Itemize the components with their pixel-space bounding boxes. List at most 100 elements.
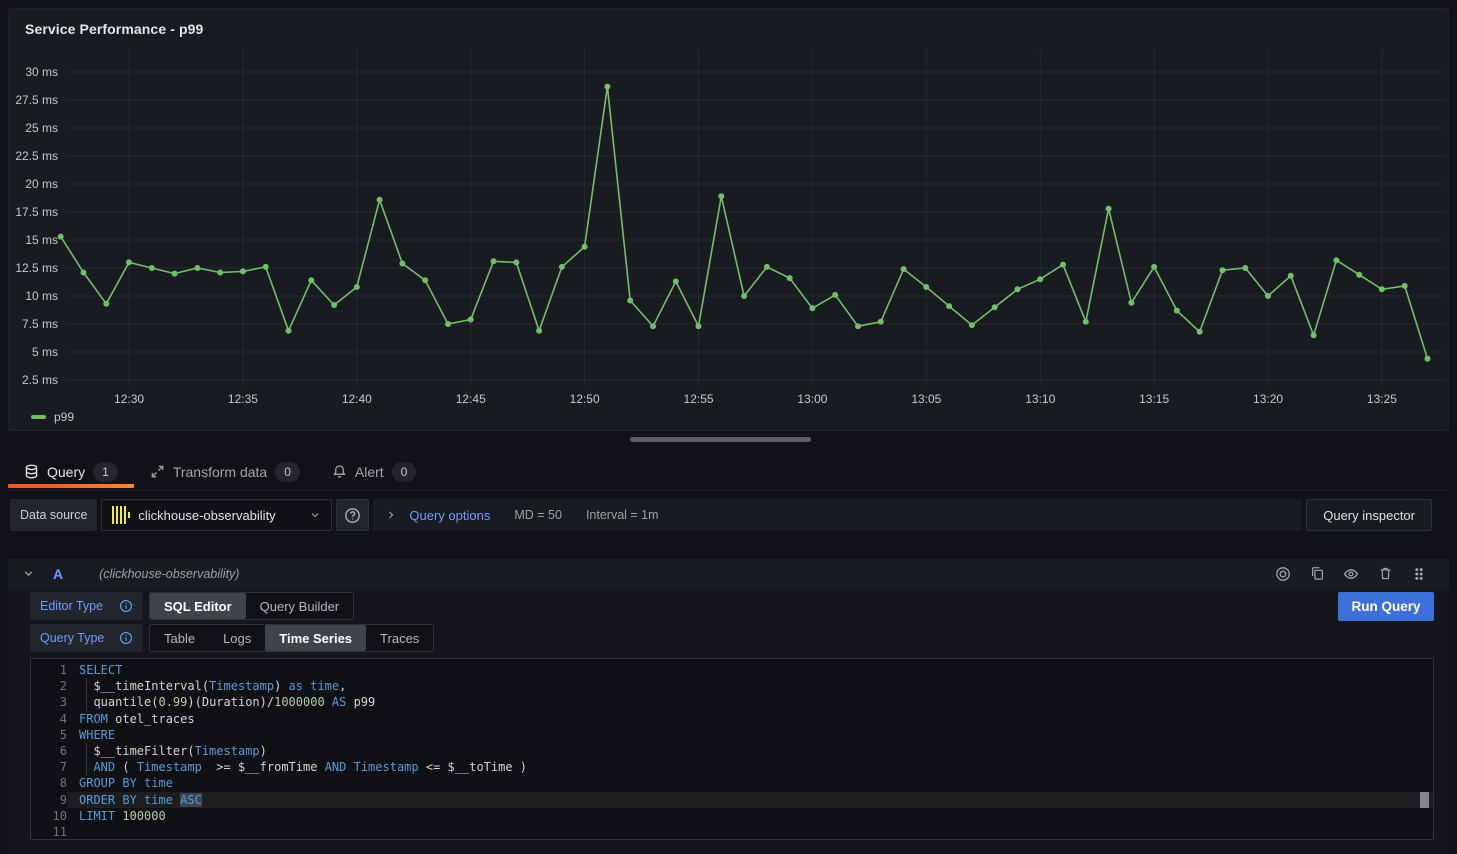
eye-icon: [1343, 566, 1359, 582]
datasource-help-button[interactable]: [336, 499, 369, 531]
option-time-series[interactable]: Time Series: [265, 625, 366, 651]
line-number: 8: [31, 775, 67, 791]
code-line: 4FROM otel_traces: [31, 711, 1433, 727]
tab-query-label: Query: [47, 464, 85, 480]
svg-text:25 ms: 25 ms: [25, 121, 58, 135]
transform-icon: [150, 464, 165, 479]
chart-canvas[interactable]: 30 ms27.5 ms25 ms22.5 ms20 ms17.5 ms15 m…: [9, 9, 1448, 430]
line-number: 9: [31, 792, 67, 808]
svg-text:13:05: 13:05: [911, 392, 941, 406]
svg-text:2.5 ms: 2.5 ms: [22, 373, 58, 387]
code-line: 9ORDER BY time ASC: [31, 792, 1433, 808]
query-options-bar: Query options MD = 50 Interval = 1m: [373, 499, 1302, 531]
svg-text:27.5 ms: 27.5 ms: [15, 93, 58, 107]
query-ref-label: A: [53, 566, 63, 582]
tab-alert-count-badge: 0: [392, 462, 417, 482]
svg-text:30 ms: 30 ms: [25, 65, 58, 79]
svg-text:12.5 ms: 12.5 ms: [15, 261, 58, 275]
line-number: 3: [31, 694, 67, 710]
svg-text:12:55: 12:55: [684, 392, 714, 406]
query-datasource-hint: (clickhouse-observability): [99, 567, 239, 581]
svg-text:13:00: 13:00: [797, 392, 827, 406]
drag-handle[interactable]: [1407, 563, 1431, 585]
remove-query-button[interactable]: [1373, 563, 1397, 585]
query-inspector-button[interactable]: Query inspector: [1306, 499, 1432, 531]
line-number: 11: [31, 824, 67, 840]
tab-query[interactable]: Query 1: [8, 453, 134, 490]
svg-text:13:10: 13:10: [1025, 392, 1055, 406]
option-traces[interactable]: Traces: [366, 625, 433, 651]
datasource-selected-value: clickhouse-observability: [138, 508, 301, 523]
copy-icon: [1310, 566, 1325, 581]
svg-text:12:30: 12:30: [114, 392, 144, 406]
query-type-label: Query Type: [30, 624, 143, 652]
tab-query-count-badge: 1: [93, 462, 118, 482]
chevron-right-icon: [385, 509, 397, 521]
svg-text:5 ms: 5 ms: [32, 345, 58, 359]
overview-ruler-cursor-marker: [1420, 792, 1429, 808]
help-circle-icon: [344, 507, 361, 524]
svg-text:12:35: 12:35: [228, 392, 258, 406]
run-query-button[interactable]: Run Query: [1338, 592, 1434, 621]
svg-text:13:20: 13:20: [1253, 392, 1283, 406]
line-number: 1: [31, 662, 67, 678]
line-number: 5: [31, 727, 67, 743]
tab-transform-count-badge: 0: [275, 462, 300, 482]
tab-transform-label: Transform data: [173, 464, 267, 480]
info-circle-icon[interactable]: [119, 599, 133, 613]
panel-resize-handle[interactable]: [630, 437, 811, 442]
svg-text:20 ms: 20 ms: [25, 177, 58, 191]
code-line: 10LIMIT 100000: [31, 808, 1433, 824]
hide-response-button[interactable]: [1339, 563, 1363, 585]
line-number: 6: [31, 743, 67, 759]
datasource-row: Data source clickhouse-observability Que…: [10, 499, 1432, 531]
tab-alert-label: Alert: [355, 464, 384, 480]
panel-title[interactable]: Service Performance - p99: [25, 21, 203, 37]
svg-text:12:45: 12:45: [456, 392, 486, 406]
option-logs[interactable]: Logs: [209, 625, 265, 651]
bell-icon: [332, 464, 347, 479]
collapse-chevron-icon[interactable]: [22, 567, 35, 580]
tab-transform-data[interactable]: Transform data 0: [134, 453, 316, 490]
line-number: 2: [31, 678, 67, 694]
code-line: 3 quantile(0.99)(Duration)/1000000 AS p9…: [31, 694, 1433, 710]
code-line: 7 AND ( Timestamp >= $__fromTime AND Tim…: [31, 759, 1433, 775]
datasource-select[interactable]: clickhouse-observability: [101, 499, 332, 531]
legend-series-label[interactable]: p99: [54, 410, 74, 424]
timeseries-panel: Service Performance - p99 30 ms 27.5 ms 25…: [8, 8, 1449, 431]
editor-type-label: Editor Type: [30, 592, 143, 620]
max-data-points-value: MD = 50: [514, 508, 562, 522]
chevron-down-icon: [309, 509, 321, 521]
query-row-header: A (clickhouse-observability): [8, 559, 1449, 588]
interval-value: Interval = 1m: [586, 508, 659, 522]
duplicate-query-button[interactable]: [1305, 563, 1329, 585]
query-row-a: A (clickhouse-observability) Editor Type: [8, 559, 1449, 854]
option-table[interactable]: Table: [150, 625, 209, 651]
option-query-builder[interactable]: Query Builder: [246, 593, 353, 619]
editor-type-radio-group: SQL EditorQuery Builder: [149, 592, 354, 620]
sql-code-editor[interactable]: 1SELECT2 $__timeInterval(Timestamp) as t…: [30, 658, 1434, 840]
clickhouse-logo: [112, 506, 130, 524]
svg-text:12:40: 12:40: [342, 392, 372, 406]
query-options-toggle[interactable]: Query options: [385, 508, 490, 523]
code-line: 11: [31, 824, 1433, 840]
info-circle-icon[interactable]: [119, 631, 133, 645]
line-number: 4: [31, 711, 67, 727]
indent-guide: [86, 678, 87, 711]
svg-text:12:50: 12:50: [570, 392, 600, 406]
grip-dots-icon: [1412, 567, 1426, 581]
legend-series-swatch: [31, 415, 46, 419]
svg-text:15 ms: 15 ms: [25, 233, 58, 247]
disable-query-button[interactable]: [1271, 563, 1295, 585]
tab-alert[interactable]: Alert 0: [316, 453, 432, 490]
editor-type-row: Editor Type SQL EditorQuery Builder: [30, 592, 354, 620]
code-line: 6 $__timeFilter(Timestamp): [31, 743, 1433, 759]
option-sql-editor[interactable]: SQL Editor: [150, 593, 246, 619]
query-row-actions: [1271, 563, 1431, 585]
svg-text:13:15: 13:15: [1139, 392, 1169, 406]
query-type-row: Query Type TableLogsTime SeriesTraces: [30, 624, 434, 652]
line-number: 10: [31, 808, 67, 824]
database-icon: [24, 464, 39, 479]
query-options-link: Query options: [409, 508, 490, 523]
code-line: 5WHERE: [31, 727, 1433, 743]
